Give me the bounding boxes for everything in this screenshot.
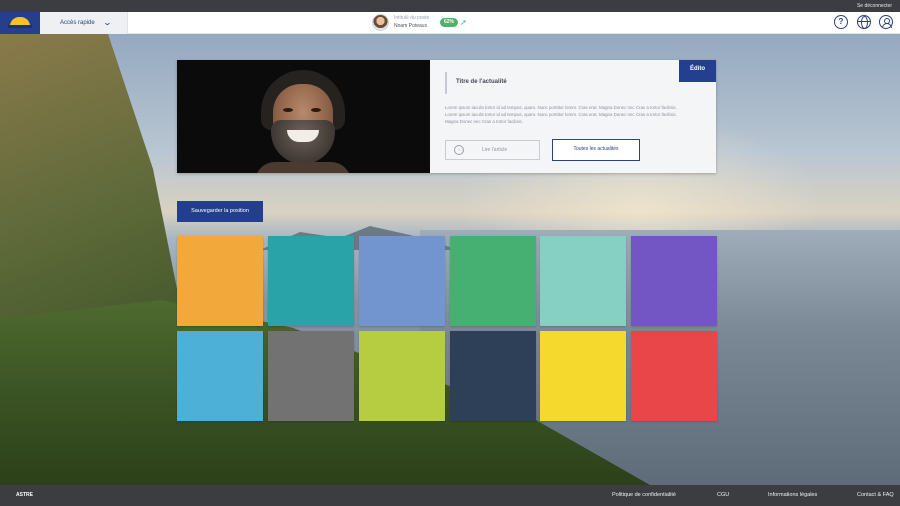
avatar (372, 14, 389, 31)
footer-brand: ASTRE (16, 492, 33, 498)
globe-icon[interactable] (857, 15, 871, 29)
app-tile[interactable] (268, 331, 354, 421)
top-bar: Se déconnecter (0, 0, 900, 12)
app-tile[interactable] (268, 236, 354, 326)
logo[interactable] (0, 12, 40, 34)
news-title: Titre de l'actualité (456, 79, 507, 85)
portrait (255, 70, 351, 173)
read-article-button[interactable]: › Lire l'article (445, 140, 540, 160)
play-icon: › (454, 145, 464, 155)
read-article-label: Lire l'article (482, 147, 508, 153)
help-icon[interactable]: ? (834, 15, 848, 29)
job-title: Intitulé du poste (394, 15, 430, 21)
quick-access-label: Accès rapide (60, 20, 95, 26)
title-accent (445, 72, 447, 94)
app-tile[interactable] (177, 331, 263, 421)
contact-faq-link[interactable]: Contact & FAQ (857, 485, 894, 506)
header: Accès rapide ⌄ Intitulé du poste Noam Po… (0, 12, 900, 34)
chevron-down-icon: ⌄ (102, 18, 113, 27)
all-news-button[interactable]: Toutes les actualités (552, 139, 640, 161)
logout-link[interactable]: Se déconnecter (857, 1, 892, 11)
app-tile[interactable] (359, 331, 445, 421)
footer: ASTRE Politique de confidentialité CGU I… (0, 485, 900, 506)
news-content: Titre de l'actualité Édito Lorem ipsum i… (430, 60, 716, 173)
save-position-button[interactable]: Sauvegarder la position (177, 201, 263, 222)
app-tile[interactable] (450, 331, 536, 421)
progress-badge: 62% (440, 18, 458, 27)
logo-band (8, 25, 32, 28)
app-tile[interactable] (359, 236, 445, 326)
trend-arrow-icon: ➚ (460, 18, 467, 27)
user-profile[interactable]: Intitulé du poste Noam Poteaux 62% ➚ (372, 13, 472, 33)
user-name: Noam Poteaux (394, 23, 428, 29)
user-account-icon[interactable] (879, 15, 893, 29)
news-card: Titre de l'actualité Édito Lorem ipsum i… (177, 60, 716, 173)
privacy-policy-link[interactable]: Politique de confidentialité (612, 485, 676, 506)
app-tile[interactable] (540, 331, 626, 421)
news-photo (177, 60, 430, 173)
app-tile[interactable] (631, 331, 717, 421)
app-tile[interactable] (177, 236, 263, 326)
quick-access-dropdown[interactable]: Accès rapide ⌄ (40, 12, 128, 34)
app-tile[interactable] (450, 236, 536, 326)
edito-badge: Édito (679, 60, 716, 82)
app-tile[interactable] (631, 236, 717, 326)
legal-info-link[interactable]: Informations légales (768, 485, 817, 506)
app-tile[interactable] (540, 236, 626, 326)
cgu-link[interactable]: CGU (717, 485, 729, 506)
news-excerpt: Lorem ipsum iaculis tortor id ad tempus,… (445, 105, 677, 125)
